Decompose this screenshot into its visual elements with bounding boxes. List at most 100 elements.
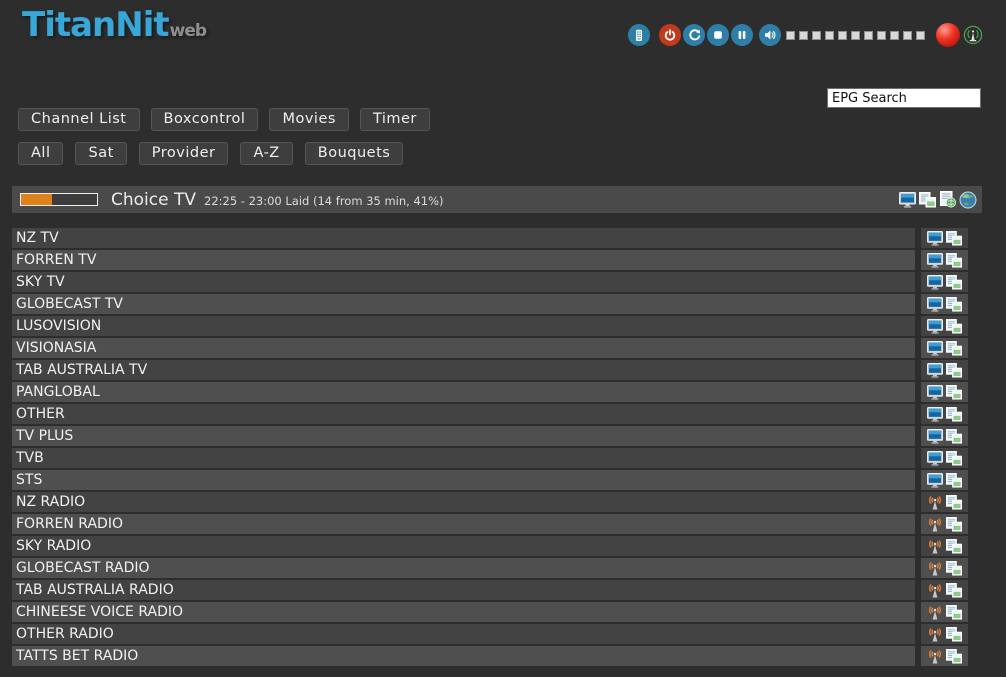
epg-icon[interactable] bbox=[946, 341, 962, 356]
channel-name[interactable]: GLOBECAST TV bbox=[12, 294, 915, 314]
channel-name[interactable]: TAB AUSTRALIA RADIO bbox=[12, 580, 915, 600]
channel-name[interactable]: STS bbox=[12, 470, 915, 490]
tab-boxcontrol[interactable]: Boxcontrol bbox=[151, 108, 259, 131]
channel-name[interactable]: PANGLOBAL bbox=[12, 382, 915, 402]
tv-icon[interactable] bbox=[927, 297, 943, 312]
channel-row-actions bbox=[921, 514, 968, 534]
tv-icon[interactable] bbox=[899, 192, 916, 208]
tab-timer[interactable]: Timer bbox=[360, 108, 430, 131]
channel-name[interactable]: TATTS BET RADIO bbox=[12, 646, 915, 666]
tv-icon[interactable] bbox=[927, 407, 943, 422]
channel-name[interactable]: VISIONASIA bbox=[12, 338, 915, 358]
filter-bouquets[interactable]: Bouquets bbox=[305, 142, 404, 165]
epg-icon[interactable] bbox=[946, 385, 962, 400]
restart-icon[interactable] bbox=[683, 24, 705, 46]
epg-icon[interactable] bbox=[946, 407, 962, 422]
volume-segment[interactable] bbox=[903, 31, 912, 40]
epg-icon[interactable] bbox=[946, 253, 962, 268]
web-epg-icon[interactable] bbox=[939, 191, 956, 208]
channel-row-actions bbox=[921, 338, 968, 358]
tv-icon[interactable] bbox=[927, 451, 943, 466]
remote-icon[interactable] bbox=[628, 24, 650, 46]
filter-sat[interactable]: Sat bbox=[75, 142, 126, 165]
channel-name[interactable]: NZ RADIO bbox=[12, 492, 915, 512]
epg-icon[interactable] bbox=[946, 583, 962, 598]
channel-row: TV PLUS bbox=[12, 426, 968, 446]
epg-icon[interactable] bbox=[946, 297, 962, 312]
radio-icon[interactable] bbox=[927, 539, 943, 554]
radio-icon[interactable] bbox=[927, 517, 943, 532]
epg-icon[interactable] bbox=[946, 649, 962, 664]
volume-segment[interactable] bbox=[864, 31, 873, 40]
volume-segment[interactable] bbox=[799, 31, 808, 40]
volume-icon[interactable] bbox=[759, 24, 781, 46]
epg-icon[interactable] bbox=[946, 495, 962, 510]
tab-channel-list[interactable]: Channel List bbox=[18, 108, 140, 131]
filter-provider[interactable]: Provider bbox=[139, 142, 229, 165]
stop-icon[interactable] bbox=[707, 24, 729, 46]
volume-segment[interactable] bbox=[890, 31, 899, 40]
channel-row-actions bbox=[921, 250, 968, 270]
volume-segment[interactable] bbox=[916, 31, 925, 40]
tab-movies[interactable]: Movies bbox=[269, 108, 348, 131]
radio-icon[interactable] bbox=[927, 495, 943, 510]
tv-icon[interactable] bbox=[927, 429, 943, 444]
volume-segment[interactable] bbox=[838, 31, 847, 40]
channel-name[interactable]: SKY TV bbox=[12, 272, 915, 292]
channel-row-actions bbox=[921, 426, 968, 446]
channel-name[interactable]: LUSOVISION bbox=[12, 316, 915, 336]
channel-name[interactable]: CHINEESE VOICE RADIO bbox=[12, 602, 915, 622]
channel-name[interactable]: OTHER bbox=[12, 404, 915, 424]
tv-icon[interactable] bbox=[927, 253, 943, 268]
tv-icon[interactable] bbox=[927, 319, 943, 334]
radio-icon[interactable] bbox=[927, 561, 943, 576]
volume-segment[interactable] bbox=[812, 31, 821, 40]
channel-name[interactable]: FORREN TV bbox=[12, 250, 915, 270]
epg-icon[interactable] bbox=[946, 561, 962, 576]
filter-all[interactable]: All bbox=[18, 142, 63, 165]
tv-icon[interactable] bbox=[927, 275, 943, 290]
epg-icon[interactable] bbox=[946, 539, 962, 554]
channel-row: VISIONASIA bbox=[12, 338, 968, 358]
radio-icon[interactable] bbox=[927, 627, 943, 642]
channel-name[interactable]: GLOBECAST RADIO bbox=[12, 558, 915, 578]
volume-segment[interactable] bbox=[851, 31, 860, 40]
epg-icon[interactable] bbox=[946, 605, 962, 620]
channel-name[interactable]: TVB bbox=[12, 448, 915, 468]
epg-search-input[interactable] bbox=[827, 88, 981, 108]
epg-icon[interactable] bbox=[946, 363, 962, 378]
volume-segment[interactable] bbox=[786, 31, 795, 40]
epg-icon[interactable] bbox=[946, 451, 962, 466]
radio-icon[interactable] bbox=[927, 583, 943, 598]
channel-row-actions bbox=[921, 602, 968, 622]
epg-icon[interactable] bbox=[919, 192, 936, 208]
radio-icon[interactable] bbox=[927, 649, 943, 664]
tv-icon[interactable] bbox=[927, 363, 943, 378]
epg-icon[interactable] bbox=[946, 231, 962, 246]
channel-name[interactable]: OTHER RADIO bbox=[12, 624, 915, 644]
epg-icon[interactable] bbox=[946, 275, 962, 290]
channel-name[interactable]: TAB AUSTRALIA TV bbox=[12, 360, 915, 380]
channel-name[interactable]: SKY RADIO bbox=[12, 536, 915, 556]
pause-icon[interactable] bbox=[731, 24, 753, 46]
stream-icon[interactable] bbox=[963, 25, 983, 46]
epg-icon[interactable] bbox=[946, 473, 962, 488]
epg-icon[interactable] bbox=[946, 627, 962, 642]
tv-icon[interactable] bbox=[927, 231, 943, 246]
channel-name[interactable]: TV PLUS bbox=[12, 426, 915, 446]
power-icon[interactable] bbox=[659, 24, 681, 46]
channel-name[interactable]: NZ TV bbox=[12, 228, 915, 248]
globe-icon[interactable] bbox=[959, 191, 977, 209]
channel-name[interactable]: FORREN RADIO bbox=[12, 514, 915, 534]
volume-segment[interactable] bbox=[877, 31, 886, 40]
epg-icon[interactable] bbox=[946, 517, 962, 532]
tv-icon[interactable] bbox=[927, 473, 943, 488]
volume-segment[interactable] bbox=[825, 31, 834, 40]
tv-icon[interactable] bbox=[927, 341, 943, 356]
epg-icon[interactable] bbox=[946, 429, 962, 444]
radio-icon[interactable] bbox=[927, 605, 943, 620]
now-playing-bar: Choice TV 22:25 - 23:00 Laid (14 from 35… bbox=[12, 186, 982, 213]
filter-a-z[interactable]: A-Z bbox=[240, 142, 292, 165]
epg-icon[interactable] bbox=[946, 319, 962, 334]
tv-icon[interactable] bbox=[927, 385, 943, 400]
